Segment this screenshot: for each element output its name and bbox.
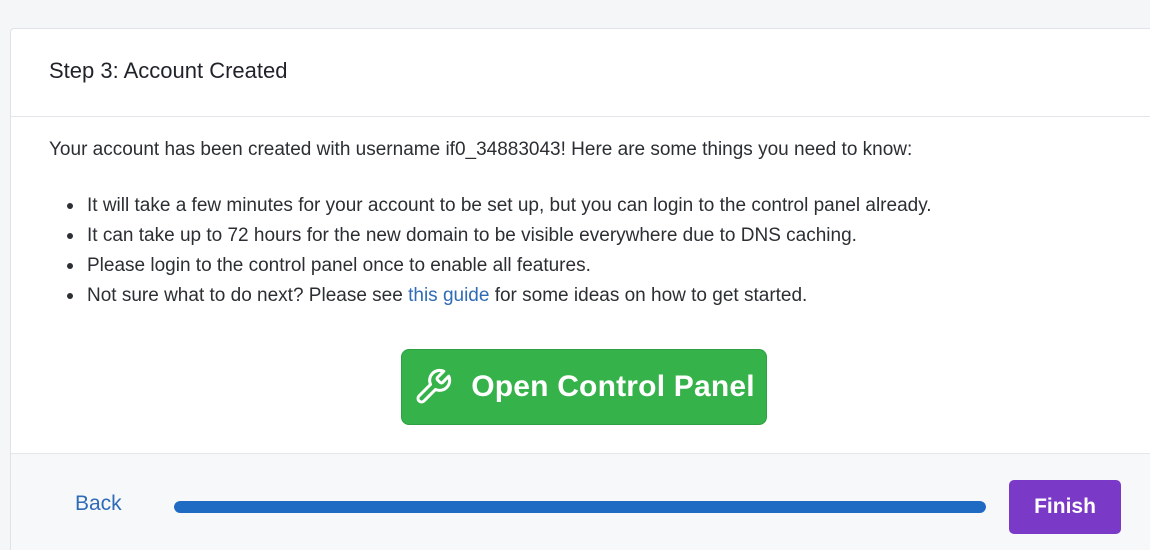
- list-item: Not sure what to do next? Please see thi…: [67, 281, 1112, 311]
- back-link[interactable]: Back: [75, 492, 122, 516]
- list-item-text: It will take a few minutes for your acco…: [87, 195, 932, 216]
- card-body: Your account has been created with usern…: [11, 117, 1150, 453]
- list-item-text: Please login to the control panel once t…: [87, 255, 591, 276]
- wrench-icon: [413, 367, 453, 407]
- info-list: It will take a few minutes for your acco…: [49, 191, 1112, 311]
- guide-link[interactable]: this guide: [408, 285, 489, 306]
- list-item-text: It can take up to 72 hours for the new d…: [87, 225, 857, 246]
- intro-text: Your account has been created with usern…: [49, 139, 913, 160]
- progress-bar: [174, 501, 986, 513]
- list-item-text-after: for some ideas on how to get started.: [489, 285, 808, 306]
- list-item: Please login to the control panel once t…: [67, 251, 1112, 281]
- open-control-panel-label: Open Control Panel: [471, 370, 755, 403]
- wizard-card: Step 3: Account Created Your account has…: [10, 28, 1150, 550]
- bullet-icon: [67, 263, 73, 269]
- bullet-icon: [67, 203, 73, 209]
- finish-button[interactable]: Finish: [1009, 480, 1121, 534]
- bullet-icon: [67, 293, 73, 299]
- card-footer: Back Finish: [11, 453, 1150, 550]
- bullet-icon: [67, 233, 73, 239]
- page: Step 3: Account Created Your account has…: [0, 0, 1150, 550]
- list-item-text-before: Not sure what to do next? Please see: [87, 285, 409, 306]
- list-item: It can take up to 72 hours for the new d…: [67, 221, 1112, 251]
- card-header: Step 3: Account Created: [11, 29, 1150, 117]
- open-control-panel-button[interactable]: Open Control Panel: [401, 349, 767, 425]
- progress-fill: [174, 501, 986, 513]
- step-title: Step 3: Account Created: [49, 57, 288, 83]
- list-item: It will take a few minutes for your acco…: [67, 191, 1112, 221]
